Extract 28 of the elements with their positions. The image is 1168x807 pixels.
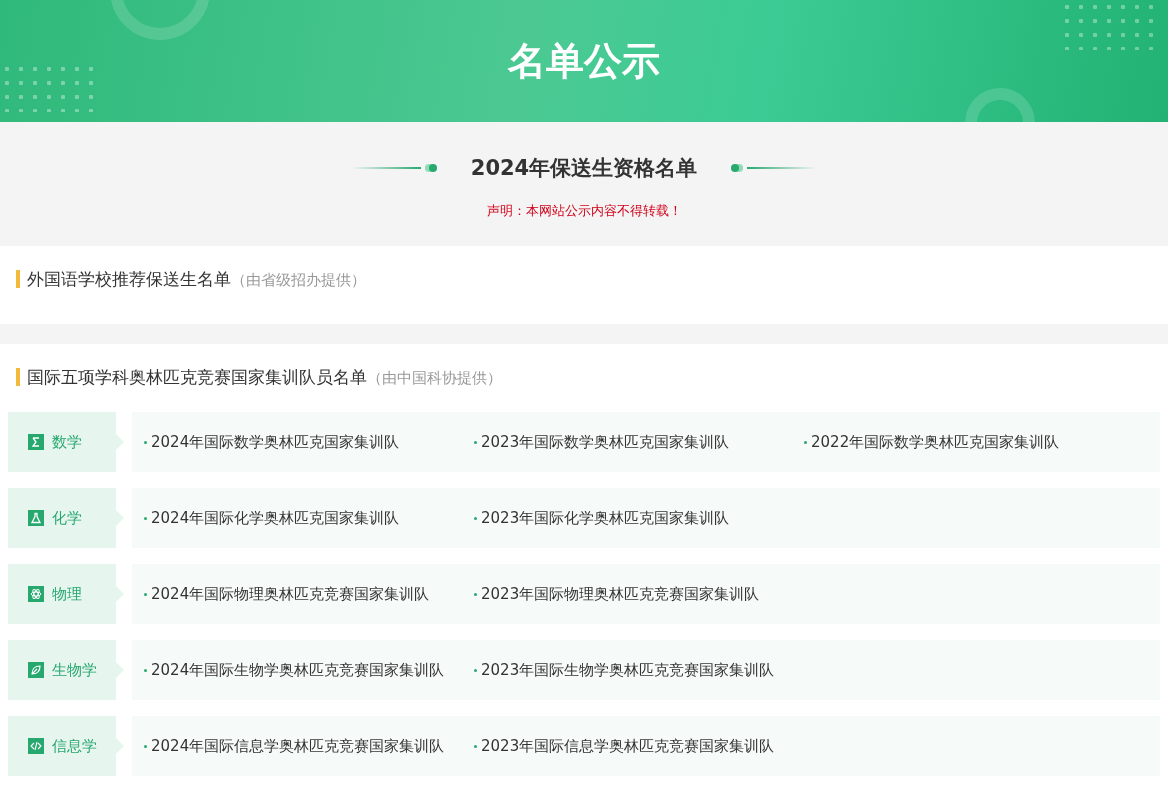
section-title: 外国语学校推荐保送生名单 (16, 270, 231, 288)
leaf-icon (28, 662, 44, 678)
list-link[interactable]: 2023年国际化学奥林匹克国家集训队 (474, 508, 804, 528)
list-link[interactable]: 2024年国际信息学奥林匹克竞赛国家集训队 (144, 736, 474, 756)
section-source: （由中国科协提供） (367, 369, 502, 388)
code-icon (28, 738, 44, 754)
subject-name: 数学 (52, 432, 82, 452)
list-link[interactable]: 2024年国际数学奥林匹克国家集训队 (144, 432, 474, 452)
list-title: 2024年保送生资格名单 (470, 155, 698, 182)
list-link[interactable]: 2023年国际物理奥林匹克竞赛国家集训队 (474, 584, 804, 604)
list-link[interactable]: 2023年国际数学奥林匹克国家集训队 (474, 432, 804, 452)
list-link[interactable]: 2023年国际生物学奥林匹克竞赛国家集训队 (474, 660, 804, 680)
section-source: （由省级招办提供） (231, 271, 366, 290)
list-link[interactable]: 2022年国际数学奥林匹克国家集训队 (804, 432, 1134, 452)
sigma-icon (28, 434, 44, 450)
page-title: 名单公示 (508, 37, 660, 85)
list-link[interactable]: 2023年国际信息学奥林匹克竞赛国家集训队 (474, 736, 804, 756)
subject-name: 信息学 (52, 736, 97, 756)
list-link[interactable]: 2024年国际生物学奥林匹克竞赛国家集训队 (144, 660, 474, 680)
subject-name: 化学 (52, 508, 82, 528)
subject-name: 生物学 (52, 660, 97, 680)
copyright-notice: 声明：本网站公示内容不得转载！ (486, 202, 682, 220)
list-link[interactable]: 2024年国际物理奥林匹克竞赛国家集训队 (144, 584, 474, 604)
section-title: 国际五项学科奥林匹克竞赛国家集训队员名单 (16, 368, 367, 386)
flask-icon (28, 510, 44, 526)
subject-name: 物理 (52, 584, 82, 604)
list-link[interactable]: 2024年国际化学奥林匹克国家集训队 (144, 508, 474, 528)
atom-icon (28, 586, 44, 602)
